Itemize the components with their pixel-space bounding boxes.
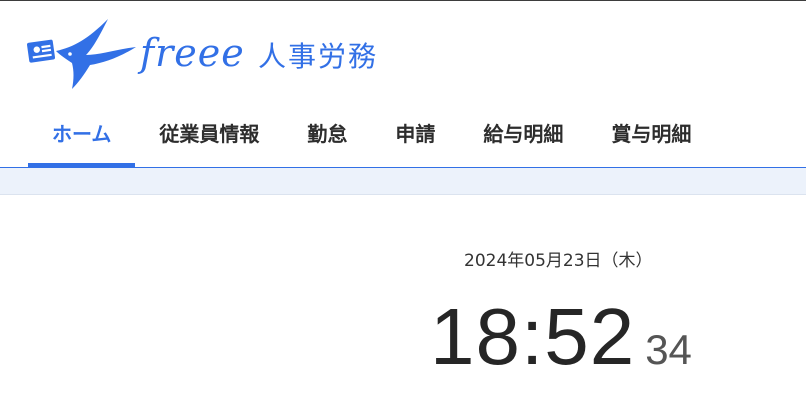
main-navigation: ホーム 従業員情報 勤怠 申請 給与明細 賞与明細 bbox=[28, 100, 715, 168]
clock-seconds: 34 bbox=[645, 326, 692, 373]
current-time-clock: 18:52 34 bbox=[430, 292, 692, 392]
tab-home[interactable]: ホーム bbox=[28, 100, 136, 168]
tab-requests[interactable]: 申請 bbox=[371, 100, 459, 168]
app-header: freee 人事労務 ホーム 従業員情報 勤怠 申請 給与明細 賞与明細 bbox=[0, 1, 806, 168]
current-date: 2024年05月23日（木） bbox=[464, 251, 653, 271]
tab-employee-info[interactable]: 従業員情報 bbox=[135, 100, 283, 168]
tab-payslips[interactable]: 給与明細 bbox=[459, 100, 587, 168]
tab-bonus-slips[interactable]: 賞与明細 bbox=[587, 100, 715, 168]
swallow-bird-icon bbox=[27, 19, 136, 89]
clock-hours-minutes: 18:52 bbox=[430, 292, 636, 381]
tab-attendance[interactable]: 勤怠 bbox=[283, 100, 371, 168]
product-name: 人事労務 bbox=[258, 40, 379, 73]
notice-band bbox=[0, 168, 806, 195]
freee-logo[interactable]: freee 人事労務 bbox=[26, 17, 406, 93]
logo-wordmark: freee bbox=[140, 31, 245, 75]
